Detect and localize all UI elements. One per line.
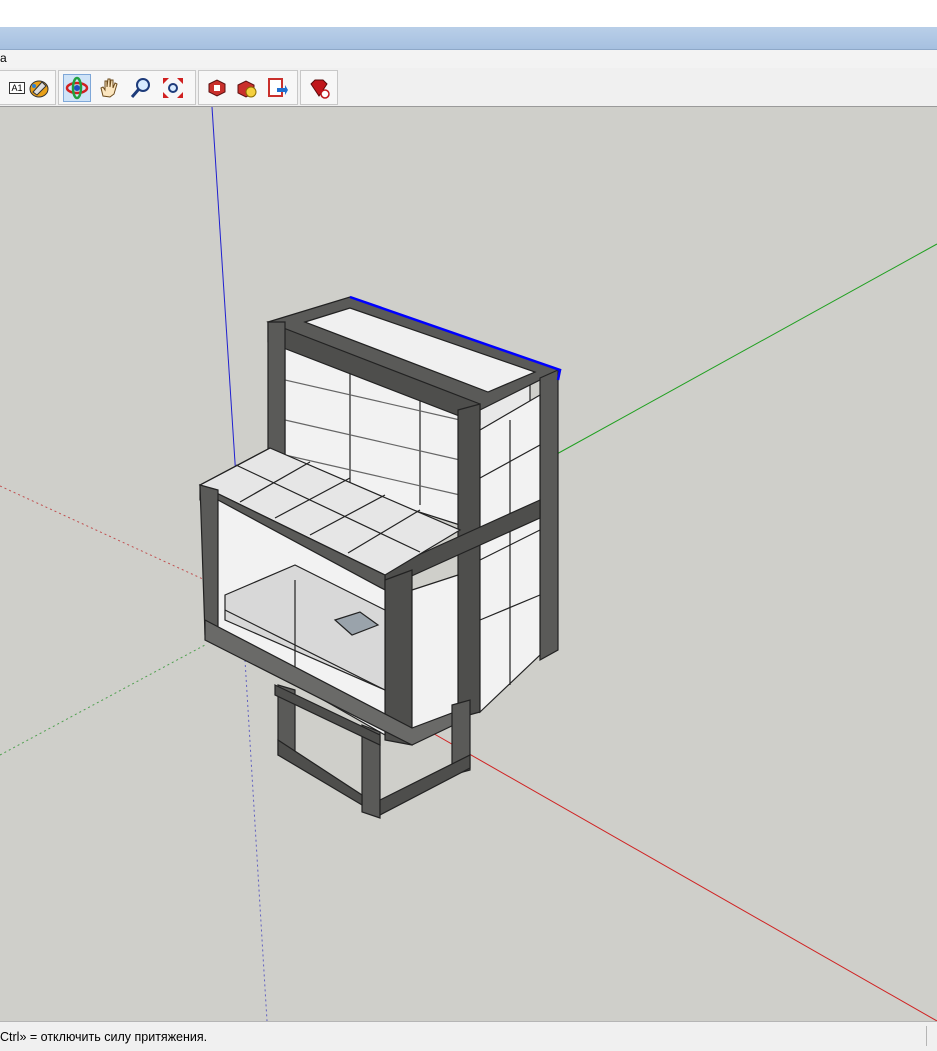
zoom-extents-icon: [163, 78, 183, 98]
hand-icon: [100, 78, 118, 98]
toolbar-group-extensions: [300, 70, 338, 105]
paint-bucket-button[interactable]: [25, 74, 53, 102]
red-axis-line: [414, 722, 937, 1021]
orbit-button[interactable]: [63, 74, 91, 102]
menu-item-partial[interactable]: а: [0, 51, 7, 65]
menu-bar: а: [0, 50, 937, 68]
paint-bucket-icon: [29, 80, 49, 98]
pan-button[interactable]: [95, 74, 123, 102]
document-caption-bar: [0, 27, 937, 50]
toolbar-group-warehouse: [198, 70, 298, 105]
status-hint-text: Ctrl» = отключить силу притяжения.: [0, 1030, 208, 1044]
get-models-icon: [208, 79, 226, 97]
status-divider: [926, 1026, 927, 1046]
leg-crossbar-left: [277, 738, 363, 807]
text-tool-icon: A1: [9, 82, 25, 94]
toolbar-group-construction: A1: [0, 70, 56, 105]
blue-axis-line: [211, 107, 237, 479]
green-axis-hidden-line: [0, 644, 206, 756]
ruby-gem-icon: [310, 79, 330, 99]
window-titlebar: [0, 0, 937, 28]
magnifier-icon: [130, 78, 150, 98]
zoom-extents-button[interactable]: [159, 74, 187, 102]
red-axis-hidden-line: [0, 485, 206, 581]
share-component-icon: [237, 80, 257, 98]
orbit-icon: [65, 76, 89, 100]
get-models-button[interactable]: [203, 74, 231, 102]
zoom-button[interactable]: [127, 74, 155, 102]
share-model-icon: [268, 78, 288, 97]
share-component-button[interactable]: [233, 74, 261, 102]
oven-model[interactable]: [198, 296, 562, 819]
back-right-post: [539, 369, 559, 662]
3d-viewport[interactable]: [0, 107, 937, 1021]
front-right-post: [457, 403, 481, 719]
leg-crossbar-right: [379, 754, 471, 816]
blue-axis-hidden-line: [244, 659, 268, 1021]
lower-side-bricks: [411, 574, 459, 736]
status-bar: Ctrl» = отключить силу притяжения.: [0, 1021, 937, 1051]
green-axis-line: [554, 243, 937, 456]
lower-left-post: [199, 484, 219, 641]
share-model-button[interactable]: [263, 74, 291, 102]
toolbar-group-camera: [58, 70, 196, 105]
extension-warehouse-button[interactable]: [305, 74, 333, 102]
model-canvas[interactable]: [0, 107, 937, 1021]
toolbar: A1: [0, 68, 937, 107]
